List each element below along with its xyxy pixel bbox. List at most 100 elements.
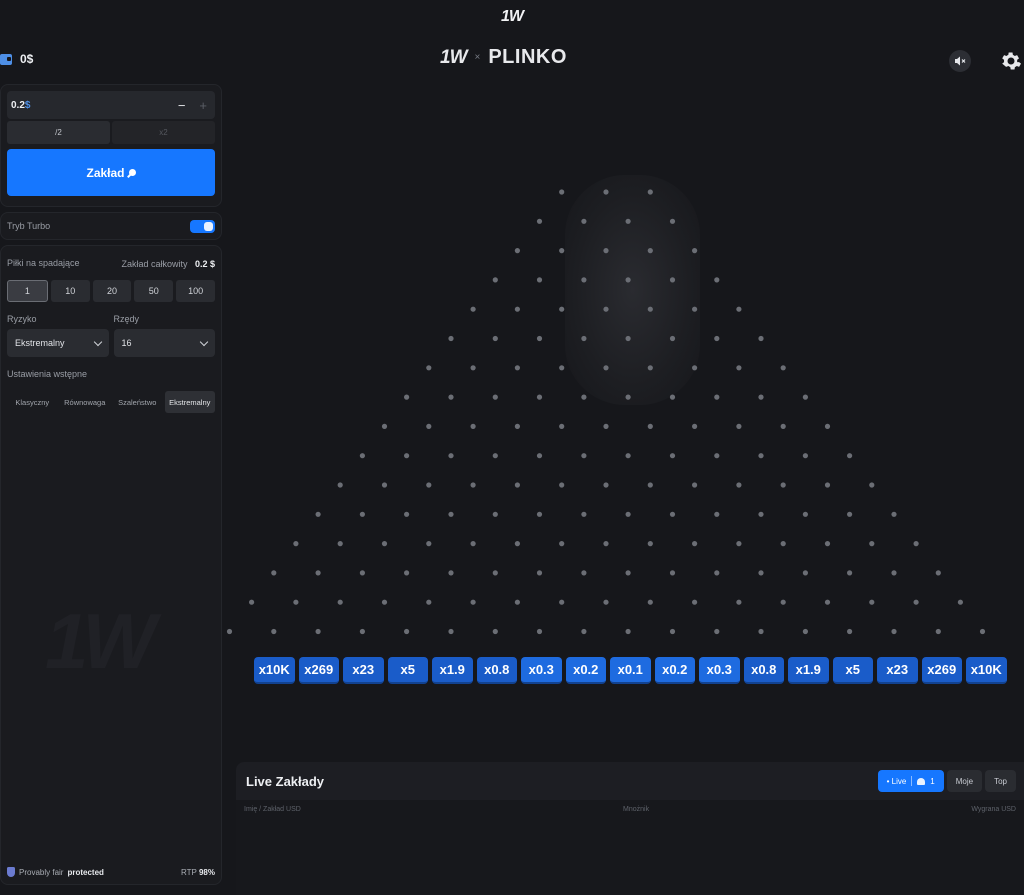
pin-icon: [128, 169, 136, 176]
balls-option-1[interactable]: 1: [7, 280, 48, 302]
peg: [470, 365, 476, 371]
peg: [315, 570, 321, 576]
turbo-toggle[interactable]: [190, 219, 215, 233]
peg: [470, 541, 476, 547]
double-bet-button[interactable]: x2: [112, 121, 215, 144]
peg: [979, 628, 986, 635]
peg: [758, 453, 764, 459]
tab-live[interactable]: • Live 1: [877, 770, 944, 792]
speaker-muted-icon: [955, 56, 966, 66]
peg: [470, 306, 476, 312]
peg: [714, 335, 720, 342]
game-title: PLINKO: [488, 46, 567, 68]
peg: [758, 511, 764, 517]
tab-top[interactable]: Top: [985, 770, 1016, 792]
sound-toggle-button[interactable]: [949, 50, 971, 72]
peg: [869, 599, 875, 605]
peg: [470, 423, 476, 429]
peg: [337, 482, 343, 488]
tab-live-label: • Live: [886, 776, 907, 786]
peg: [559, 306, 565, 312]
preset-classic[interactable]: Klasyczny: [7, 391, 58, 413]
peg: [625, 511, 631, 517]
peg: [559, 248, 565, 254]
peg: [492, 628, 498, 635]
halve-bet-button[interactable]: /2: [7, 121, 110, 144]
peg: [559, 482, 565, 488]
peg: [847, 511, 853, 517]
balls-option-100[interactable]: 100: [176, 280, 215, 302]
decrease-bet-button[interactable]: −: [178, 98, 186, 113]
brand-logo: 1W: [440, 46, 467, 68]
column-win: Wygrana USD: [971, 806, 1016, 813]
risk-label: Ryzyko: [7, 314, 37, 324]
users-icon: [917, 777, 926, 785]
peg: [581, 394, 587, 400]
preset-balance[interactable]: Równowaga: [60, 391, 111, 413]
peg: [271, 628, 277, 635]
balls-option-10[interactable]: 10: [50, 280, 90, 302]
peg: [869, 482, 875, 488]
balls-option-50[interactable]: 50: [134, 280, 174, 302]
preset-extreme[interactable]: Ekstremalny: [164, 391, 215, 413]
risk-select[interactable]: Ekstremalny: [7, 329, 109, 357]
presets-options: Klasyczny Równowaga Szaleństwo Ekstremal…: [7, 391, 215, 413]
peg: [381, 599, 388, 605]
peg: [404, 394, 410, 400]
rows-select[interactable]: 16: [113, 329, 215, 357]
bet-panel: 0.2$ − + /2 x2 Zakład: [0, 84, 222, 207]
peg: [426, 365, 432, 371]
peg: [758, 394, 764, 400]
preset-madness[interactable]: Szaleństwo: [112, 391, 163, 413]
peg: [536, 453, 543, 459]
peg: [669, 628, 676, 635]
peg: [625, 628, 631, 635]
multiplier-slot: x5: [832, 657, 873, 684]
peg: [514, 423, 521, 429]
peg: [647, 541, 653, 547]
increase-bet-button[interactable]: +: [199, 98, 207, 113]
peg: [581, 453, 587, 459]
peg: [625, 453, 631, 459]
peg: [536, 570, 543, 576]
wallet[interactable]: 0$: [0, 52, 33, 66]
peg: [492, 277, 498, 283]
peg: [780, 365, 786, 371]
peg: [249, 599, 255, 605]
peg: [758, 570, 764, 576]
multiplier-row: x10K x269 x23 x5 x1.9 x0.8 x0.3 x0.2 x0.…: [254, 657, 1007, 684]
peg: [559, 365, 565, 371]
provably-fair-status: protected: [67, 867, 104, 877]
peg: [736, 541, 742, 547]
peg: [603, 482, 609, 488]
peg: [802, 511, 809, 517]
peg: [847, 570, 853, 576]
bet-amount-field[interactable]: 0.2$ − +: [7, 91, 215, 119]
peg: [536, 218, 543, 224]
turbo-row: Tryb Turbo: [0, 212, 222, 240]
gear-icon[interactable]: [999, 49, 1023, 73]
peg: [514, 306, 521, 312]
peg: [404, 511, 410, 517]
peg: [714, 394, 720, 400]
top-logo: 1W: [501, 8, 524, 25]
peg: [802, 570, 809, 576]
peg: [271, 570, 277, 576]
tab-mine[interactable]: Moje: [946, 770, 983, 792]
balls-option-20[interactable]: 20: [92, 280, 132, 302]
risk-value: Ekstremalny: [15, 338, 65, 348]
peg: [581, 570, 587, 576]
peg: [780, 541, 786, 547]
peg: [359, 570, 365, 576]
peg: [581, 628, 587, 635]
place-bet-button[interactable]: Zakład: [7, 149, 215, 196]
peg: [736, 365, 742, 371]
peg: [359, 628, 365, 635]
peg: [492, 570, 498, 576]
peg: [692, 482, 698, 488]
wallet-balance: 0$: [20, 52, 34, 66]
peg: [935, 628, 941, 635]
provably-fair-link[interactable]: Provably fair protected: [7, 867, 104, 877]
peg: [692, 599, 698, 605]
peg: [824, 423, 831, 429]
